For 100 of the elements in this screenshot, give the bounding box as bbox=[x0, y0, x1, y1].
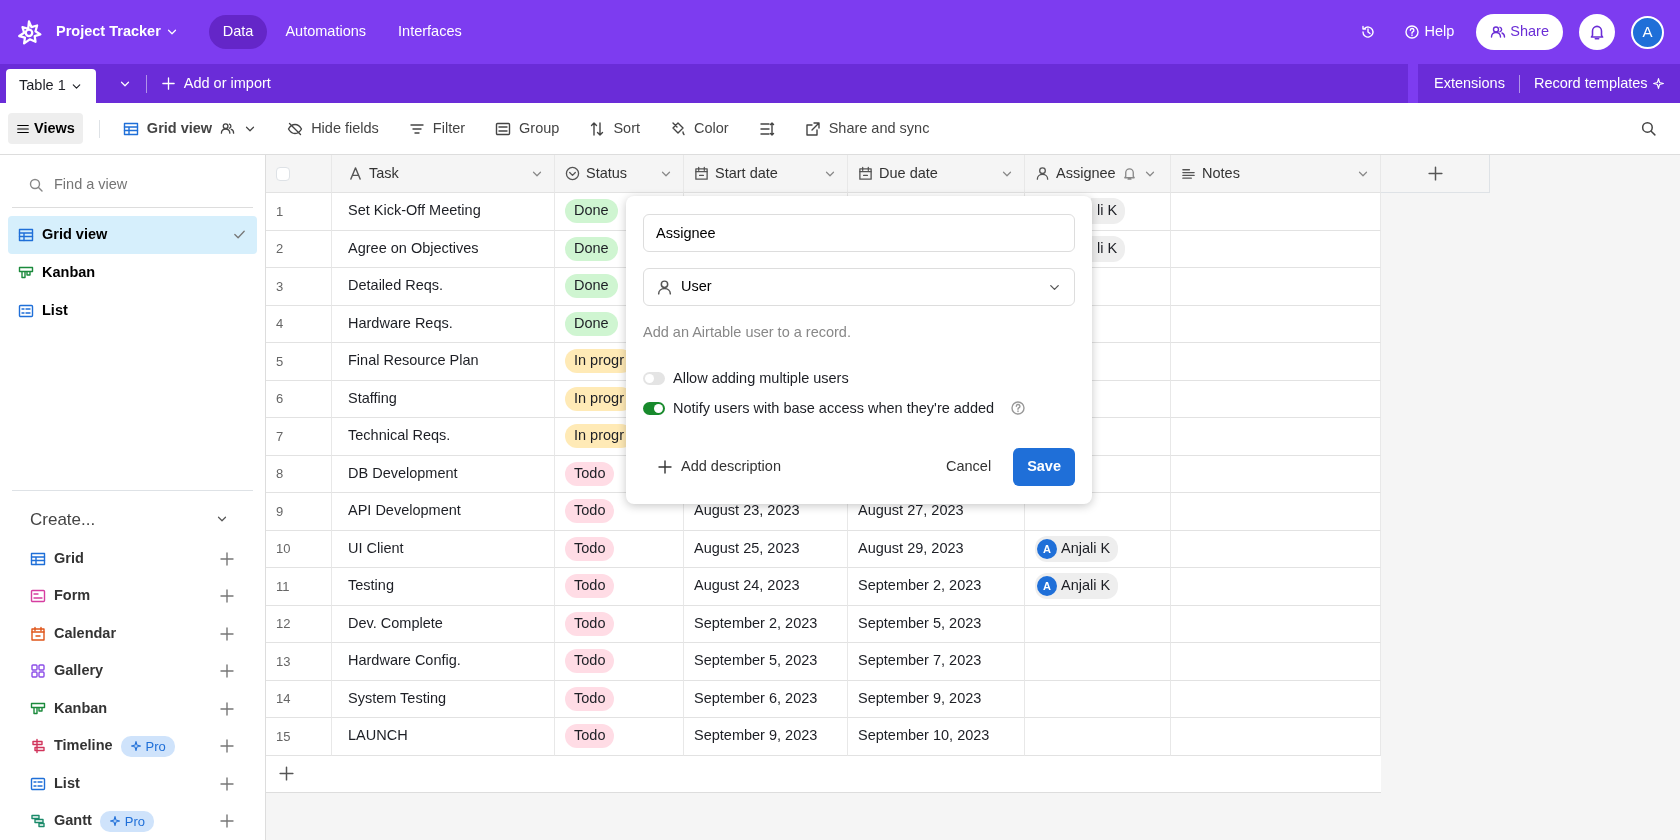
group-button[interactable]: Group bbox=[488, 113, 567, 144]
add-view-button[interactable] bbox=[219, 550, 235, 567]
plus-icon bbox=[219, 738, 235, 755]
base-title[interactable]: Project Tracker bbox=[50, 21, 185, 43]
table-cell-text: September 7, 2023 bbox=[858, 651, 982, 671]
field-type-select[interactable]: User bbox=[643, 268, 1075, 306]
calendar-icon bbox=[858, 166, 873, 181]
list-icon bbox=[30, 775, 46, 792]
eye-slash-icon bbox=[287, 120, 304, 137]
add-view-button[interactable] bbox=[219, 625, 235, 642]
plus-icon bbox=[219, 663, 235, 680]
plus-icon bbox=[278, 765, 295, 782]
status-tag: Todo bbox=[565, 724, 615, 749]
create-heading: Create... bbox=[30, 508, 96, 531]
table-cell-text: Hardware Reqs. bbox=[348, 313, 453, 333]
nav-tab[interactable]: Automations bbox=[271, 15, 381, 49]
add-table-button[interactable]: Add or import bbox=[154, 72, 277, 95]
extensions-button[interactable]: Extensions bbox=[1428, 72, 1511, 95]
add-view-button[interactable] bbox=[219, 663, 235, 680]
record-templates-button[interactable]: Record templates bbox=[1527, 72, 1671, 95]
assignee-name: Anjali K bbox=[1061, 576, 1111, 596]
hide-button[interactable]: Hide fields bbox=[280, 113, 386, 144]
status-tag: Todo bbox=[565, 686, 615, 711]
column-header[interactable]: Task bbox=[348, 162, 544, 185]
view-item[interactable]: Grid view bbox=[8, 215, 257, 254]
people-icon bbox=[220, 121, 236, 136]
grid-icon bbox=[122, 120, 139, 137]
column-header[interactable]: Start date bbox=[694, 162, 837, 185]
views-button[interactable]: Views bbox=[8, 112, 83, 145]
toggle-label: Allow adding multiple users bbox=[673, 368, 849, 388]
table-tab[interactable]: Table 1 bbox=[6, 69, 96, 103]
table-cell-text: Agree on Objectives bbox=[348, 238, 479, 258]
create-view-item[interactable]: Kanban bbox=[30, 697, 108, 720]
table-cell-text: August 25, 2023 bbox=[694, 538, 800, 558]
kanban-icon bbox=[18, 264, 34, 281]
column-header[interactable]: Due date bbox=[858, 162, 1014, 185]
pro-label: Pro bbox=[124, 812, 146, 831]
field-description: Add an Airtable user to a record. bbox=[643, 323, 852, 342]
view-switcher[interactable]: Grid view bbox=[115, 113, 265, 144]
plus-icon bbox=[219, 550, 235, 567]
user-avatar[interactable]: A bbox=[1631, 15, 1664, 49]
sparkle-icon bbox=[1651, 77, 1665, 90]
create-view-item[interactable]: Gallery bbox=[30, 660, 104, 683]
table-cell-text: DB Development bbox=[348, 463, 458, 483]
column-header[interactable]: Notes bbox=[1181, 162, 1370, 185]
table-cell-text: September 2, 2023 bbox=[694, 613, 818, 633]
color-button[interactable]: Color bbox=[663, 113, 736, 144]
nav-tab[interactable]: Data bbox=[208, 15, 268, 49]
table-cell-text: September 2, 2023 bbox=[858, 576, 982, 596]
status-tag: Todo bbox=[565, 499, 615, 524]
user-icon bbox=[656, 278, 673, 296]
add-view-button[interactable] bbox=[219, 700, 235, 717]
create-view-item[interactable]: Form bbox=[30, 585, 91, 608]
timeline-icon bbox=[30, 738, 46, 755]
filter-button[interactable]: Filter bbox=[401, 113, 473, 144]
toggle-switch[interactable] bbox=[643, 372, 665, 386]
add-field-button[interactable] bbox=[1381, 155, 1490, 193]
sparkle-icon bbox=[129, 740, 142, 753]
table-cell-text: System Testing bbox=[348, 688, 447, 708]
notes-icon bbox=[1181, 166, 1196, 181]
share-button[interactable]: Share bbox=[1476, 14, 1563, 50]
add-description-button[interactable]: Add description bbox=[651, 455, 787, 479]
view-item[interactable]: List bbox=[8, 291, 257, 330]
sort-button[interactable]: Sort bbox=[582, 113, 647, 144]
add-view-button[interactable] bbox=[219, 813, 235, 830]
bell-icon bbox=[1588, 23, 1606, 41]
nav-tab[interactable]: Interfaces bbox=[384, 15, 476, 49]
status-tag: Done bbox=[565, 311, 618, 336]
toggle-switch[interactable] bbox=[643, 401, 665, 415]
help-button[interactable]: Help bbox=[1398, 21, 1461, 43]
plus-icon bbox=[219, 700, 235, 717]
pro-label: Pro bbox=[145, 737, 166, 756]
plus-icon bbox=[219, 588, 235, 605]
create-view-item[interactable]: Timeline bbox=[30, 735, 113, 758]
table-cell-text: Detailed Reqs. bbox=[348, 276, 444, 296]
add-view-button[interactable] bbox=[219, 588, 235, 605]
share-button[interactable]: Share and sync bbox=[797, 113, 937, 144]
table-cell-text: September 10, 2023 bbox=[858, 726, 990, 746]
cancel-button[interactable]: Cancel bbox=[940, 455, 998, 479]
assignee-name: li K bbox=[1097, 238, 1118, 258]
row-number: 4 bbox=[276, 315, 284, 333]
table-cell-text: Staffing bbox=[348, 388, 397, 408]
column-header[interactable]: Status bbox=[565, 162, 673, 185]
notifications-button[interactable] bbox=[1579, 14, 1615, 50]
create-view-item[interactable]: Calendar bbox=[30, 622, 117, 645]
view-item[interactable]: Kanban bbox=[8, 253, 257, 292]
table-cell-text: API Development bbox=[348, 501, 461, 521]
column-header[interactable]: Assignee bbox=[1035, 162, 1160, 185]
row-number: 1 bbox=[276, 202, 284, 221]
field-name-input[interactable]: Assignee bbox=[643, 214, 1075, 252]
select-all-checkbox[interactable] bbox=[276, 166, 290, 181]
add-view-button[interactable] bbox=[219, 775, 235, 792]
create-view-item[interactable]: Grid bbox=[30, 547, 84, 570]
row-number: 8 bbox=[276, 465, 284, 483]
assignee-name: li K bbox=[1097, 201, 1118, 221]
create-view-item[interactable]: List bbox=[30, 772, 80, 795]
table-cell-text: September 5, 2023 bbox=[694, 651, 818, 671]
create-view-item[interactable]: Gantt bbox=[30, 810, 92, 833]
save-button[interactable]: Save bbox=[1013, 448, 1075, 486]
add-view-button[interactable] bbox=[219, 738, 235, 755]
